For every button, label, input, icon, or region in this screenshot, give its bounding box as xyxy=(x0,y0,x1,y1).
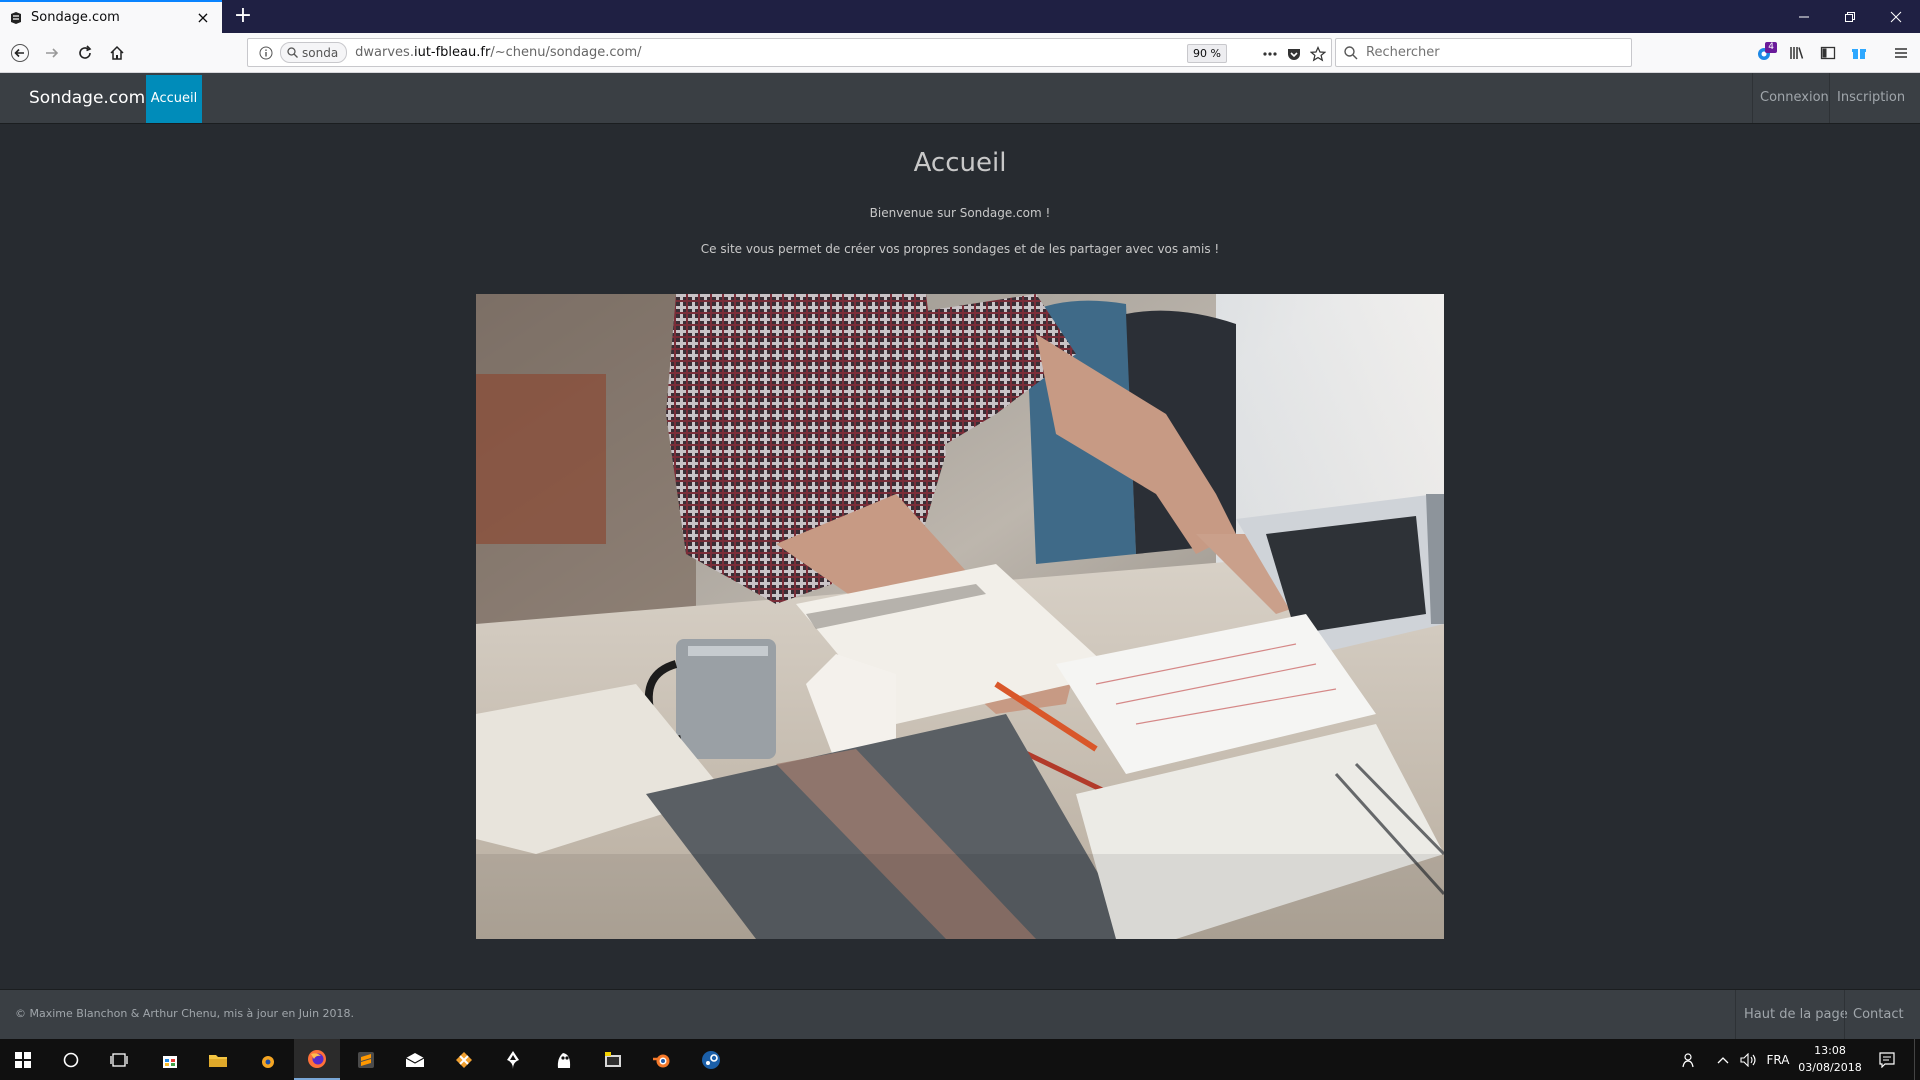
restore-icon[interactable] xyxy=(1827,0,1873,33)
nav-item-accueil[interactable]: Accueil xyxy=(146,75,202,123)
forward-icon[interactable] xyxy=(38,39,66,67)
main-content: Accueil Bienvenue sur Sondage.com ! Ce s… xyxy=(0,124,1920,989)
site-navbar: Sondage.com Accueil Connexion Inscriptio… xyxy=(0,73,1920,124)
browser-tab[interactable]: Sondage.com × xyxy=(0,0,222,33)
steam-icon[interactable] xyxy=(688,1039,734,1080)
url-path: /~chenu/sondage.com/ xyxy=(490,45,642,60)
url-text[interactable]: dwarves.iut-fbleau.fr/~chenu/sondage.com… xyxy=(355,45,641,60)
site-info-icon[interactable] xyxy=(256,46,276,60)
bookmark-star-icon[interactable] xyxy=(1309,45,1327,63)
task-view-icon[interactable] xyxy=(96,1039,142,1080)
extension-icon[interactable]: 4 xyxy=(1752,39,1778,67)
clock-date: 03/08/2018 xyxy=(1798,1061,1862,1074)
cortana-icon[interactable] xyxy=(48,1039,94,1080)
sidebar-icon[interactable] xyxy=(1815,39,1841,67)
game-app-icon[interactable] xyxy=(441,1039,487,1080)
search-input[interactable] xyxy=(1364,44,1608,61)
search-icon xyxy=(1344,45,1358,59)
sublime-text-icon[interactable] xyxy=(343,1039,389,1080)
clock-time: 13:08 xyxy=(1814,1044,1846,1057)
home-icon[interactable] xyxy=(103,39,131,67)
mail-icon[interactable] xyxy=(392,1039,438,1080)
notifications-icon[interactable] xyxy=(1872,1039,1902,1080)
nav-item-inscription[interactable]: Inscription xyxy=(1829,73,1912,123)
mascot-app-icon[interactable] xyxy=(541,1039,587,1080)
minimize-icon[interactable] xyxy=(1781,0,1827,33)
url-prefix: dwarves. xyxy=(355,45,414,60)
new-tab-button[interactable]: + xyxy=(232,4,254,28)
chip-text: sonda xyxy=(302,45,339,60)
reload-icon[interactable] xyxy=(71,39,99,67)
close-window-icon[interactable] xyxy=(1873,0,1919,33)
firefox-taskbar-icon[interactable] xyxy=(294,1039,340,1080)
terminal-app-icon[interactable] xyxy=(590,1039,636,1080)
url-domain: iut-fbleau.fr xyxy=(413,45,491,60)
library-icon[interactable] xyxy=(1784,39,1810,67)
zoom-level-button[interactable]: 90 % xyxy=(1187,44,1227,63)
browser-toolbar: sonda dwarves.iut-fbleau.fr/~chenu/sonda… xyxy=(0,33,1920,73)
tab-close-icon[interactable]: × xyxy=(196,9,210,25)
inkscape-icon[interactable] xyxy=(490,1039,536,1080)
welcome-text: Bienvenue sur Sondage.com ! xyxy=(869,206,1051,220)
page-actions-icon[interactable] xyxy=(1261,45,1279,63)
back-icon[interactable] xyxy=(6,39,34,67)
chrome-canary-icon[interactable] xyxy=(245,1039,291,1080)
blender-icon[interactable] xyxy=(639,1039,685,1080)
extension-badge: 4 xyxy=(1765,42,1777,53)
footer-link-top[interactable]: Haut de la page xyxy=(1735,990,1856,1040)
start-icon[interactable] xyxy=(0,1039,46,1080)
file-explorer-icon[interactable] xyxy=(195,1039,241,1080)
show-desktop-button[interactable] xyxy=(1914,1039,1920,1080)
tab-title: Sondage.com xyxy=(31,10,120,25)
gift-icon[interactable] xyxy=(1846,39,1872,67)
people-icon[interactable] xyxy=(1675,1039,1703,1080)
chip-search-icon xyxy=(287,47,298,58)
windows-taskbar: FRA 13:08 03/08/2018 xyxy=(0,1039,1920,1080)
store-icon[interactable] xyxy=(147,1039,193,1080)
volume-icon[interactable] xyxy=(1736,1039,1762,1080)
browser-tab-strip: Sondage.com × + xyxy=(0,0,1920,33)
tray-chevron-up-icon[interactable] xyxy=(1712,1039,1734,1080)
footer-link-contact[interactable]: Contact xyxy=(1844,990,1912,1040)
hero-image xyxy=(476,294,1444,939)
page-title: Accueil xyxy=(913,148,1007,178)
tab-favicon-icon xyxy=(9,11,23,25)
clock[interactable]: 13:08 03/08/2018 xyxy=(1786,1042,1874,1076)
url-bar[interactable]: sonda dwarves.iut-fbleau.fr/~chenu/sonda… xyxy=(247,38,1332,67)
site-brand-link[interactable]: Sondage.com xyxy=(29,73,145,123)
footer-copyright: © Maxime Blanchon & Arthur Chenu, mis à … xyxy=(15,1007,355,1020)
pocket-icon[interactable] xyxy=(1285,45,1303,63)
description-text: Ce site vous permet de créer vos propres… xyxy=(700,242,1220,256)
menu-icon[interactable] xyxy=(1888,39,1914,67)
search-engine-chip[interactable]: sonda xyxy=(280,42,348,63)
search-bar[interactable] xyxy=(1335,38,1632,67)
site-footer: © Maxime Blanchon & Arthur Chenu, mis à … xyxy=(0,989,1920,1040)
nav-item-connexion[interactable]: Connexion xyxy=(1752,73,1836,123)
